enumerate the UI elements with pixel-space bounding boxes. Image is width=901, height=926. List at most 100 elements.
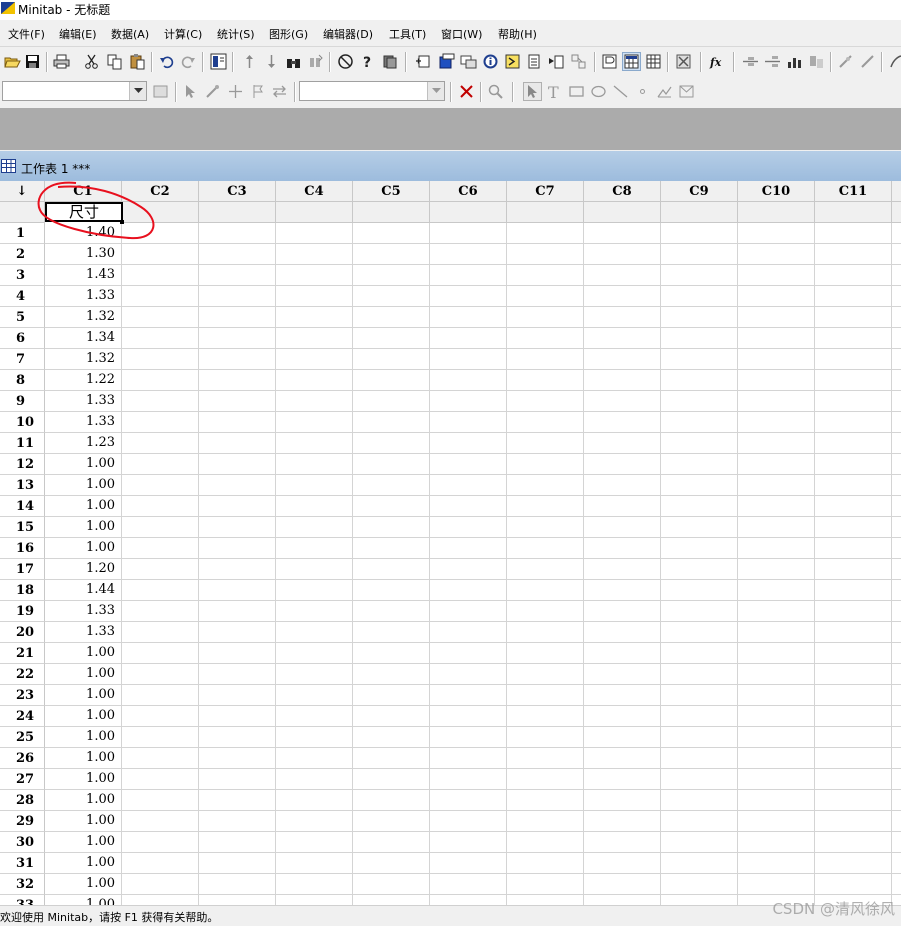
data-cell[interactable] [507, 265, 584, 286]
data-cell[interactable] [892, 580, 901, 601]
data-cell[interactable] [430, 412, 507, 433]
data-cell[interactable] [122, 874, 199, 895]
data-cell[interactable] [353, 790, 430, 811]
data-cell[interactable] [276, 475, 353, 496]
data-cell[interactable] [507, 811, 584, 832]
data-cell[interactable] [199, 286, 276, 307]
data-cell[interactable] [892, 454, 901, 475]
data-cell-c1[interactable]: 1.34 [45, 328, 122, 349]
data-cell[interactable] [738, 580, 815, 601]
data-cell[interactable] [815, 580, 892, 601]
brush-icon[interactable] [807, 52, 826, 71]
data-cell-c1[interactable]: 1.00 [45, 475, 122, 496]
data-cell-c1[interactable]: 1.30 [45, 244, 122, 265]
data-cell[interactable] [892, 874, 901, 895]
data-cell[interactable] [815, 517, 892, 538]
data-cell[interactable] [892, 538, 901, 559]
data-cell[interactable] [353, 601, 430, 622]
data-cell[interactable] [815, 496, 892, 517]
show-graphs-icon[interactable] [622, 52, 641, 71]
data-cell[interactable] [353, 538, 430, 559]
data-cell[interactable] [353, 496, 430, 517]
data-cell[interactable] [122, 832, 199, 853]
data-cell-c1[interactable]: 1.00 [45, 727, 122, 748]
data-cell[interactable] [430, 643, 507, 664]
data-cell[interactable] [584, 748, 661, 769]
data-cell[interactable] [199, 391, 276, 412]
data-cell[interactable] [892, 559, 901, 580]
data-cell[interactable] [353, 559, 430, 580]
data-cell[interactable] [353, 454, 430, 475]
data-cell[interactable] [584, 769, 661, 790]
data-cell[interactable] [584, 517, 661, 538]
project-manager-icon[interactable] [547, 52, 566, 71]
data-cell[interactable] [199, 559, 276, 580]
data-cell[interactable] [661, 391, 738, 412]
fill-handle[interactable] [120, 220, 124, 224]
data-cell[interactable] [276, 895, 353, 905]
data-cell[interactable] [276, 727, 353, 748]
data-cell[interactable] [353, 643, 430, 664]
data-cell[interactable] [892, 328, 901, 349]
data-cell[interactable] [584, 664, 661, 685]
data-cell[interactable] [507, 601, 584, 622]
row-header[interactable]: 22 [0, 664, 45, 685]
data-cell[interactable] [199, 580, 276, 601]
paste-icon[interactable] [128, 52, 147, 71]
row-header[interactable]: 5 [0, 307, 45, 328]
zoom-icon[interactable] [486, 82, 505, 101]
data-cell[interactable] [507, 748, 584, 769]
data-cell[interactable] [584, 244, 661, 265]
data-cell[interactable] [430, 748, 507, 769]
worksheet-grid-icon[interactable] [644, 52, 663, 71]
data-cell[interactable] [353, 433, 430, 454]
data-cell[interactable] [584, 433, 661, 454]
data-cell[interactable] [507, 496, 584, 517]
data-cell[interactable] [430, 769, 507, 790]
data-cell[interactable] [122, 286, 199, 307]
data-cell[interactable] [738, 349, 815, 370]
data-cell[interactable] [353, 769, 430, 790]
data-cell[interactable] [276, 769, 353, 790]
data-cell[interactable] [199, 832, 276, 853]
data-cell[interactable] [892, 475, 901, 496]
data-cell[interactable] [892, 811, 901, 832]
column-name-cell[interactable] [738, 202, 815, 223]
data-cell[interactable] [507, 559, 584, 580]
data-cell[interactable] [430, 307, 507, 328]
data-cell[interactable] [738, 643, 815, 664]
data-cell[interactable] [738, 454, 815, 475]
data-cell[interactable] [815, 706, 892, 727]
data-cell[interactable] [507, 370, 584, 391]
data-cell[interactable] [661, 727, 738, 748]
cancel-icon[interactable] [336, 52, 355, 71]
data-cell[interactable] [430, 286, 507, 307]
data-cell[interactable] [122, 391, 199, 412]
row-header[interactable]: 3 [0, 265, 45, 286]
column-header[interactable]: C1 [45, 181, 122, 202]
data-cell[interactable] [430, 706, 507, 727]
data-cell[interactable] [199, 664, 276, 685]
text-tool-icon[interactable]: T [545, 82, 564, 101]
row-header[interactable]: 8 [0, 370, 45, 391]
data-cell[interactable] [122, 811, 199, 832]
data-cell[interactable] [507, 853, 584, 874]
data-cell[interactable] [276, 223, 353, 244]
data-cell[interactable] [199, 496, 276, 517]
data-cell[interactable] [353, 832, 430, 853]
data-cell[interactable] [738, 433, 815, 454]
data-cell[interactable] [353, 244, 430, 265]
data-cell[interactable] [199, 790, 276, 811]
data-cell[interactable] [815, 265, 892, 286]
redo-icon[interactable] [179, 52, 198, 71]
data-cell[interactable] [738, 727, 815, 748]
data-cell[interactable] [661, 769, 738, 790]
data-cell[interactable] [507, 223, 584, 244]
data-cell[interactable] [584, 538, 661, 559]
data-cell[interactable] [661, 643, 738, 664]
data-cell[interactable] [815, 832, 892, 853]
save-icon[interactable] [23, 52, 42, 71]
data-cell[interactable] [122, 559, 199, 580]
data-cell[interactable] [738, 328, 815, 349]
data-cell[interactable] [276, 454, 353, 475]
